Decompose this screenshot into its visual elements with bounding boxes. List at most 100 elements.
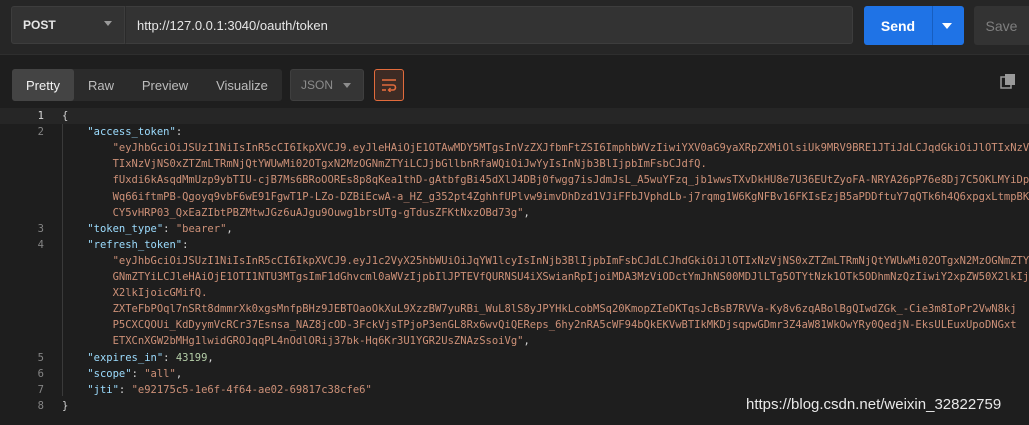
code-line: 5 "expires_in": 43199,: [0, 350, 1029, 366]
json-punctuation: [62, 368, 87, 380]
json-key: "access_token": [87, 126, 176, 139]
line-content: ETXCnXGW2bMHg1lwidGROJqqPL4nOdlORij37bk-…: [62, 333, 530, 349]
json-punctuation: [62, 384, 87, 396]
copy-button[interactable]: [1000, 73, 1018, 91]
code-line: "eyJhbGciOiJSUzI1NiIsInR5cCI6IkpXVCJ9.ey…: [0, 253, 1029, 269]
line-content: "token_type": "bearer",: [62, 221, 233, 237]
json-punctuation: }: [62, 399, 69, 412]
format-label: JSON: [301, 78, 334, 92]
line-number: 3: [37, 222, 44, 235]
json-punctuation: :: [131, 367, 145, 380]
code-line: 4 "refresh_token":: [0, 237, 1029, 253]
chevron-down-icon: [104, 21, 112, 26]
json-punctuation: :: [163, 351, 176, 364]
json-punctuation: ,: [523, 206, 530, 219]
line-content: "expires_in": 43199,: [62, 350, 214, 366]
line-content: fUxdi6kAsqdMmUzp9ybTIU-cjB7Ms6BRoOOREs8p…: [62, 172, 1029, 188]
code-line: 6 "scope": "all",: [0, 366, 1029, 382]
tab-raw[interactable]: Raw: [74, 69, 128, 101]
wrap-lines-icon: [382, 79, 397, 92]
json-string: X2lkIjoicGMifQ.: [62, 287, 208, 300]
response-view-tabs: Pretty Raw Preview Visualize: [12, 69, 282, 101]
json-punctuation: ,: [523, 335, 530, 348]
send-options-chevron-icon[interactable]: [942, 23, 952, 29]
line-number: 1: [37, 110, 44, 122]
json-punctuation: ,: [175, 367, 183, 380]
send-button[interactable]: Send: [864, 6, 964, 45]
copy-icon: [1000, 74, 1015, 89]
code-line: X2lkIjoicGMifQ.: [0, 285, 1029, 301]
code-line: CY5vHRP03_QxEaZIbtPBZMtwJGz6uAJgu9Ouwg1b…: [0, 205, 1029, 221]
line-content: P5CXCQOUi_KdDyymVcRCr37Esnsa_NAZ8jcOD-3F…: [62, 317, 1017, 333]
code-line: fUxdi6kAsqdMmUzp9ybTIU-cjB7Ms6BRoOOREs8p…: [0, 172, 1029, 188]
json-string: P5CXCQOUi_KdDyymVcRCr37Esnsa_NAZ8jcOD-3F…: [62, 319, 1017, 332]
code-line: 1{: [0, 108, 1029, 124]
json-punctuation: [62, 239, 87, 251]
code-line: Wq66iftmPB-Qgoyq9vbF6wE91FgwT1P-LZo-DZBi…: [0, 189, 1029, 205]
line-number: 2: [37, 126, 44, 139]
line-content: {: [62, 108, 68, 124]
save-button[interactable]: Save: [974, 6, 1029, 45]
line-number: 4: [37, 238, 44, 251]
line-content: GNmZTYiLCJleHAiOjE1OTI1NTU3MTgsImF1dGhvc…: [62, 269, 1029, 285]
json-punctuation: :: [175, 126, 189, 139]
json-string: "eyJhbGciOiJSUzI1NiIsInR5cCI6IkpXVCJ9.ey…: [112, 142, 1029, 155]
json-punctuation: ,: [226, 222, 233, 235]
line-number: 8: [37, 399, 44, 412]
json-string: Wq66iftmPB-Qgoyq9vbF6wE91FgwT1P-LZo-DZBi…: [62, 190, 1029, 203]
json-punctuation: [62, 352, 87, 364]
chevron-down-icon: [343, 83, 351, 88]
line-number: 6: [37, 367, 44, 380]
json-string: "bearer": [175, 222, 227, 235]
code-line: TIxNzVjNS0xZTZmLTRmNjQtYWUwMi02OTgxN2MzO…: [0, 156, 1029, 172]
tab-visualize[interactable]: Visualize: [202, 69, 282, 101]
json-string: "e92175c5-1e6f-4f64-ae02-69817c38cfe6": [131, 383, 372, 396]
url-input[interactable]: http://127.0.0.1:3040/oauth/token: [125, 6, 853, 44]
line-content: "eyJhbGciOiJSUzI1NiIsInR5cCI6IkpXVCJ9.ey…: [62, 140, 1029, 156]
wrap-lines-button[interactable]: [374, 69, 404, 101]
json-key: "scope": [87, 367, 132, 380]
watermark: https://blog.csdn.net/weixin_32822759: [746, 396, 1002, 413]
method-label: POST: [23, 18, 56, 32]
format-select[interactable]: JSON: [290, 69, 364, 101]
send-divider: [932, 6, 933, 45]
line-content: "access_token":: [62, 124, 188, 140]
code-line: 3 "token_type": "bearer",: [0, 221, 1029, 237]
json-key: "jti": [87, 383, 119, 396]
line-content: "refresh_token":: [62, 237, 195, 253]
json-punctuation: {: [62, 110, 69, 122]
json-string: ZXTeFbPOql7nSRt8dmmrXk0xgsMnfpBHz9JEBTOa…: [62, 303, 1017, 316]
json-key: "expires_in": [87, 351, 164, 364]
json-punctuation: :: [163, 222, 176, 235]
json-string: CY5vHRP03_QxEaZIbtPBZMtwJGz6uAJgu9Ouwg1b…: [62, 206, 524, 219]
json-number: 43199: [175, 351, 208, 364]
send-label: Send: [880, 17, 916, 34]
response-body-editor[interactable]: 1{2 "access_token": "eyJhbGciOiJSUzI1NiI…: [0, 108, 1029, 425]
request-bar: POST http://127.0.0.1:3040/oauth/token S…: [0, 0, 1029, 55]
tab-pretty[interactable]: Pretty: [12, 69, 74, 101]
tab-preview[interactable]: Preview: [128, 69, 202, 101]
line-content: "scope": "all",: [62, 366, 182, 382]
line-content: CY5vHRP03_QxEaZIbtPBZMtwJGz6uAJgu9Ouwg1b…: [62, 205, 530, 221]
json-punctuation: [62, 126, 87, 138]
json-string: "eyJhbGciOiJSUzI1NiIsInR5cCI6IkpXVCJ9.ey…: [112, 254, 1029, 267]
json-punctuation: ,: [207, 351, 214, 364]
code-line: ETXCnXGW2bMHg1lwidGROJqqPL4nOdlORij37bk-…: [0, 333, 1029, 349]
line-content: X2lkIjoicGMifQ.: [62, 285, 208, 301]
method-select[interactable]: POST: [11, 6, 125, 44]
line-number: 5: [37, 351, 44, 364]
code-line: GNmZTYiLCJleHAiOjE1OTI1NTU3MTgsImF1dGhvc…: [0, 269, 1029, 285]
code-line: "eyJhbGciOiJSUzI1NiIsInR5cCI6IkpXVCJ9.ey…: [0, 140, 1029, 156]
line-content: Wq66iftmPB-Qgoyq9vbF6wE91FgwT1P-LZo-DZBi…: [62, 189, 1029, 205]
code-line: ZXTeFbPOql7nSRt8dmmrXk0xgsMnfpBHz9JEBTOa…: [0, 301, 1029, 317]
line-number: 7: [37, 383, 44, 396]
json-key: "refresh_token": [87, 238, 183, 251]
line-content: TIxNzVjNS0xZTZmLTRmNjQtYWUwMi02OTgxN2MzO…: [62, 156, 707, 172]
json-string: fUxdi6kAsqdMmUzp9ybTIU-cjB7Ms6BRoOOREs8p…: [112, 174, 1029, 187]
json-string: TIxNzVjNS0xZTZmLTRmNjQtYWUwMi02OTgxN2MzO…: [62, 158, 707, 171]
json-string: GNmZTYiLCJleHAiOjE1OTI1NTU3MTgsImF1dGhvc…: [62, 271, 1029, 283]
response-toolbar: Pretty Raw Preview Visualize JSON: [0, 65, 1029, 105]
json-string: ETXCnXGW2bMHg1lwidGROJqqPL4nOdlORij37bk-…: [62, 335, 524, 348]
json-punctuation: [62, 223, 87, 235]
line-content: }: [62, 398, 68, 414]
